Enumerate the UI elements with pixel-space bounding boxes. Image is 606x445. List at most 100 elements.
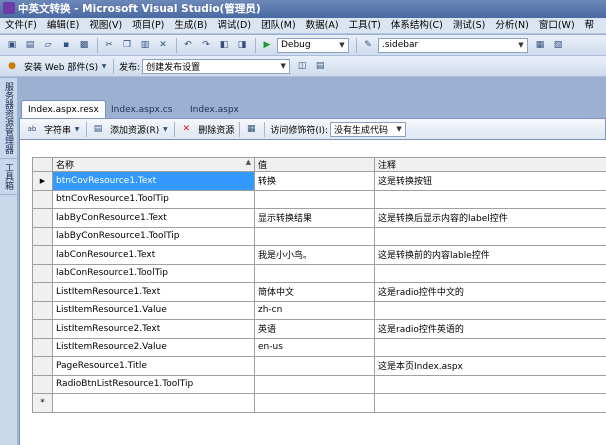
redo-icon[interactable]: ↷ — [198, 37, 214, 53]
table-row[interactable]: ListItemResource1.Text 简体中文 这是radio控件中文的 — [32, 282, 606, 302]
name-cell[interactable]: ListItemResource1.Text — [52, 282, 255, 302]
start-debugging-icon[interactable]: ▶ — [259, 37, 275, 53]
copy-icon[interactable]: ❐ — [119, 37, 135, 53]
table-row[interactable]: btnCovResource1.ToolTip — [32, 189, 606, 209]
table-row[interactable]: ListItemResource2.Text 英语 这是radio控件英语的 — [32, 319, 606, 339]
value-cell[interactable] — [254, 189, 375, 209]
paste-icon[interactable]: ▥ — [137, 37, 153, 53]
navigate-back-icon[interactable]: ◧ — [216, 37, 232, 53]
row-header[interactable] — [32, 263, 53, 283]
comment-cell[interactable]: 这是radio控件中文的 — [374, 282, 606, 302]
delete-icon[interactable]: ✕ — [155, 37, 171, 53]
menu-debug[interactable]: 调试(D) — [212, 18, 256, 33]
new-project-icon[interactable]: ▣ — [4, 37, 20, 53]
comment-cell[interactable] — [374, 226, 606, 246]
menu-window[interactable]: 窗口(W) — [534, 18, 580, 33]
access-modifier-dropdown[interactable]: 没有生成代码 ▼ — [330, 121, 407, 137]
open-file-icon[interactable]: ▱ — [40, 37, 56, 53]
add-item-icon[interactable]: ▤ — [22, 37, 38, 53]
row-header[interactable] — [32, 374, 53, 394]
name-cell[interactable]: labByConResource1.Text — [52, 208, 255, 228]
name-cell[interactable]: labByConResource1.ToolTip — [52, 226, 255, 246]
row-header[interactable] — [32, 282, 53, 302]
comment-cell[interactable] — [374, 374, 606, 394]
menu-view[interactable]: 视图(V) — [84, 18, 127, 33]
column-header-comment[interactable]: 注释 — [374, 157, 606, 172]
table-row[interactable]: ▶ btnCovResource1.Text 转换 这是转换按钮 — [32, 171, 606, 191]
name-cell[interactable]: ListItemResource1.Value — [52, 300, 255, 320]
table-row[interactable]: labByConResource1.ToolTip — [32, 226, 606, 246]
undo-icon[interactable]: ↶ — [180, 37, 196, 53]
tab-index-aspx[interactable]: Index.aspx — [184, 102, 245, 118]
row-header[interactable] — [32, 300, 53, 320]
name-cell[interactable]: labConResource1.ToolTip — [52, 263, 255, 283]
publish-web-icon[interactable]: ◫ — [294, 58, 310, 74]
row-header[interactable] — [32, 356, 53, 376]
value-cell[interactable]: 转换 — [254, 171, 375, 191]
name-cell[interactable]: labConResource1.Text — [52, 245, 255, 265]
menu-edit[interactable]: 编辑(E) — [42, 18, 84, 33]
comment-cell[interactable]: 这是转换后显示内容的label控件 — [374, 208, 606, 228]
table-row[interactable]: PageResource1.Title 这是本页Index.aspx — [32, 356, 606, 376]
column-header-value[interactable]: 值 — [254, 157, 375, 172]
comment-cell[interactable] — [374, 300, 606, 320]
row-header[interactable] — [32, 337, 53, 357]
value-cell[interactable]: en-us — [254, 337, 375, 357]
solution-explorer-icon[interactable]: ▦ — [532, 37, 548, 53]
chevron-down-icon[interactable]: ▼ — [100, 58, 108, 74]
value-cell[interactable]: 我是小小鸟。 — [254, 245, 375, 265]
comment-cell[interactable]: 这是radio控件英语的 — [374, 319, 606, 339]
value-cell[interactable] — [254, 356, 375, 376]
save-icon[interactable]: ▪ — [58, 37, 74, 53]
cut-icon[interactable]: ✂ — [101, 37, 117, 53]
menu-data[interactable]: 数据(A) — [301, 18, 344, 33]
comment-cell[interactable]: 这是本页Index.aspx — [374, 356, 606, 376]
menu-build[interactable]: 生成(B) — [169, 18, 212, 33]
add-resource-button[interactable]: 添加资源(R) — [110, 123, 159, 136]
comment-cell[interactable] — [374, 263, 606, 283]
table-row[interactable]: labConResource1.ToolTip — [32, 263, 606, 283]
find-combo[interactable]: .sidebar ▼ — [378, 37, 528, 53]
value-cell[interactable] — [254, 374, 375, 394]
comment-cell[interactable] — [374, 189, 606, 209]
new-row[interactable]: * — [32, 393, 606, 413]
name-cell[interactable]: btnCovResource1.ToolTip — [52, 189, 255, 209]
tab-index-aspx-resx[interactable]: Index.aspx.resx — [21, 100, 106, 118]
tab-index-aspx-cs[interactable]: Index.aspx.cs — [105, 102, 178, 118]
menu-help[interactable]: 帮 — [580, 18, 600, 33]
menu-test[interactable]: 测试(S) — [448, 18, 490, 33]
name-cell[interactable]: ListItemResource2.Text — [52, 319, 255, 339]
row-header[interactable] — [32, 208, 53, 228]
solution-config-dropdown[interactable]: Debug ▼ — [277, 37, 349, 53]
name-cell[interactable]: ListItemResource2.Value — [52, 337, 255, 357]
row-header[interactable] — [32, 226, 53, 246]
save-all-icon[interactable]: ▩ — [76, 37, 92, 53]
menu-project[interactable]: 项目(P) — [127, 18, 169, 33]
name-cell[interactable]: RadioBtnListResource1.ToolTip — [52, 374, 255, 394]
value-cell[interactable] — [254, 226, 375, 246]
comment-cell[interactable] — [374, 393, 606, 413]
row-header[interactable]: ▶ — [32, 171, 53, 191]
column-header-name[interactable]: 名称 ▲ — [52, 157, 255, 172]
publish-dropdown[interactable]: 创建发布设置 ▼ — [142, 58, 291, 74]
comment-cell[interactable]: 这是转换前的内容lable控件 — [374, 245, 606, 265]
server-explorer-tab[interactable]: 服务器资源管理器 — [0, 78, 17, 159]
menu-analyze[interactable]: 分析(N) — [490, 18, 534, 33]
name-cell[interactable] — [52, 393, 255, 413]
menu-architecture[interactable]: 体系结构(C) — [386, 18, 448, 33]
row-header[interactable]: * — [32, 393, 53, 413]
table-row[interactable]: ListItemResource1.Value zh-cn — [32, 300, 606, 320]
strings-dropdown[interactable]: 字符串 — [44, 123, 71, 136]
chevron-down-icon[interactable]: ▼ — [161, 121, 169, 137]
row-header[interactable] — [32, 189, 53, 209]
row-header[interactable] — [32, 319, 53, 339]
table-row[interactable]: labConResource1.Text 我是小小鸟。 这是转换前的内容lable控… — [32, 245, 606, 265]
properties-icon[interactable]: ▧ — [550, 37, 566, 53]
remove-resource-button[interactable]: 删除资源 — [198, 123, 234, 136]
navigate-forward-icon[interactable]: ◨ — [234, 37, 250, 53]
find-in-files-icon[interactable]: ✎ — [360, 37, 376, 53]
value-cell[interactable]: 简体中文 — [254, 282, 375, 302]
table-row[interactable]: RadioBtnListResource1.ToolTip — [32, 374, 606, 394]
views-icon[interactable]: ▦ — [243, 121, 259, 137]
menu-file[interactable]: 文件(F) — [0, 18, 42, 33]
